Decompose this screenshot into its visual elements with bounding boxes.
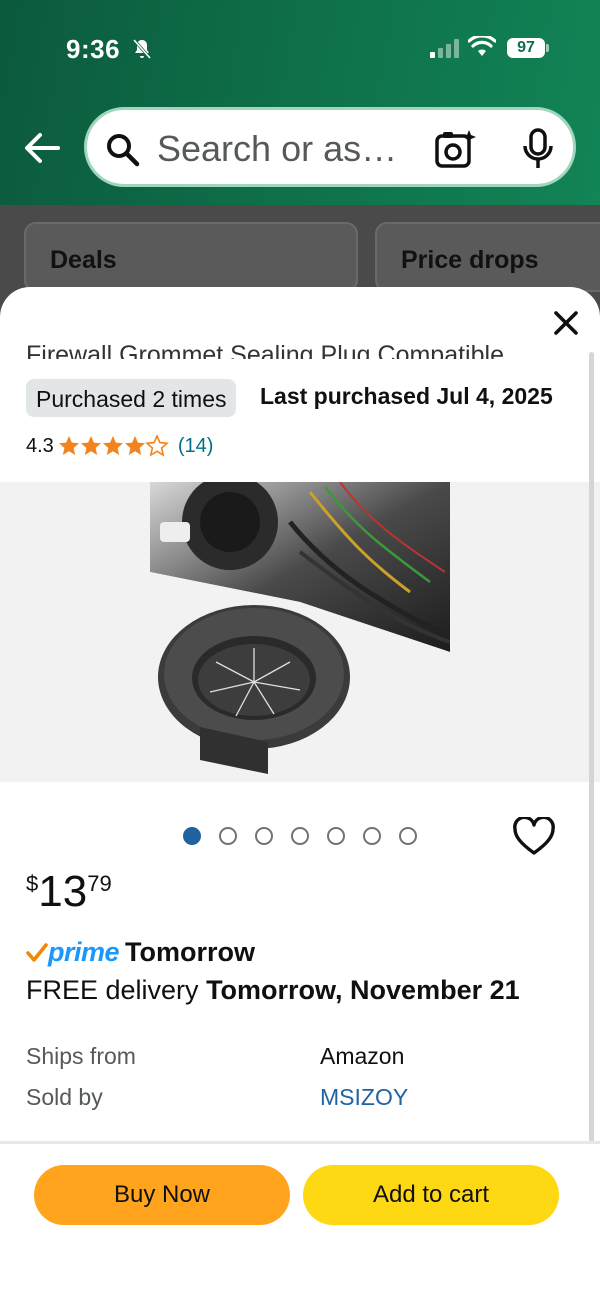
- buy-now-button[interactable]: Buy Now: [34, 1165, 290, 1225]
- search-bar[interactable]: Search or as…: [84, 107, 576, 187]
- pagination-dot[interactable]: [399, 827, 417, 845]
- rating-value: 4.3: [26, 434, 54, 457]
- pagination-dot[interactable]: [291, 827, 309, 845]
- ships-from-value: Amazon: [320, 1043, 405, 1069]
- wifi-icon: [468, 36, 496, 56]
- add-to-cart-button[interactable]: Add to cart: [303, 1165, 559, 1225]
- pagination-dot-active[interactable]: [183, 827, 201, 845]
- pagination-dot[interactable]: [327, 827, 345, 845]
- purchased-badge: Purchased 2 times: [26, 379, 237, 417]
- product-image-carousel[interactable]: [0, 482, 600, 782]
- product-photo: [150, 482, 450, 782]
- image-pagination[interactable]: [183, 827, 417, 845]
- scrollbar[interactable]: [589, 352, 594, 1142]
- star-half-icon: [146, 435, 168, 456]
- search-input[interactable]: Search or as…: [157, 128, 427, 170]
- battery-indicator: 97: [507, 38, 545, 58]
- prime-check-icon: [26, 942, 48, 962]
- prime-delivery-day: Tomorrow: [125, 937, 256, 967]
- prime-text: prime: [48, 937, 120, 967]
- star-icon: [58, 436, 79, 455]
- product-title[interactable]: Firewall Grommet Sealing Plug Compatible…: [26, 333, 571, 359]
- bell-off-icon: [132, 39, 152, 59]
- product-bottom-sheet: Firewall Grommet Sealing Plug Compatible…: [0, 287, 600, 1300]
- status-time: 9:36: [66, 34, 121, 64]
- pagination-dot[interactable]: [219, 827, 237, 845]
- microphone-icon[interactable]: [521, 128, 555, 170]
- ships-from-label: Ships from: [26, 1043, 136, 1069]
- star-icon: [124, 436, 145, 455]
- sold-by-label: Sold by: [26, 1084, 103, 1110]
- pagination-dot[interactable]: [363, 827, 381, 845]
- rating-stars: [58, 435, 170, 457]
- app-header: 9:36 97 Search or as…: [0, 0, 600, 205]
- prime-logo: prime: [26, 937, 120, 968]
- last-purchased-text: Last purchased Jul 4, 2025: [260, 383, 553, 409]
- star-icon: [80, 436, 101, 455]
- battery-nub: [546, 44, 549, 52]
- rating-row[interactable]: 4.3 (14): [26, 431, 213, 461]
- price-symbol: $: [26, 871, 39, 896]
- camera-lens-icon[interactable]: [433, 128, 477, 170]
- seller-link[interactable]: MSIZOY: [320, 1084, 408, 1111]
- prime-delivery-row: prime Tomorrow: [26, 937, 255, 968]
- cell-signal-icon: [430, 39, 459, 58]
- delivery-date: Tomorrow, November 21: [206, 975, 520, 1005]
- delivery-prefix: FREE delivery: [26, 975, 199, 1005]
- chip-price-drops[interactable]: Price drops: [375, 222, 600, 292]
- price-whole: 13: [38, 867, 88, 916]
- back-arrow-icon[interactable]: [22, 128, 62, 168]
- star-icon: [102, 436, 123, 455]
- heart-icon[interactable]: [512, 817, 556, 857]
- chip-deals[interactable]: Deals: [24, 222, 358, 292]
- delivery-info: FREE delivery Tomorrow, November 21: [26, 975, 520, 1006]
- pagination-dot[interactable]: [255, 827, 273, 845]
- rating-count-link[interactable]: (14): [178, 435, 214, 458]
- price-fraction: 79: [87, 871, 112, 896]
- divider: [0, 1141, 600, 1144]
- search-icon: [107, 134, 140, 167]
- product-price: $1379: [26, 867, 112, 917]
